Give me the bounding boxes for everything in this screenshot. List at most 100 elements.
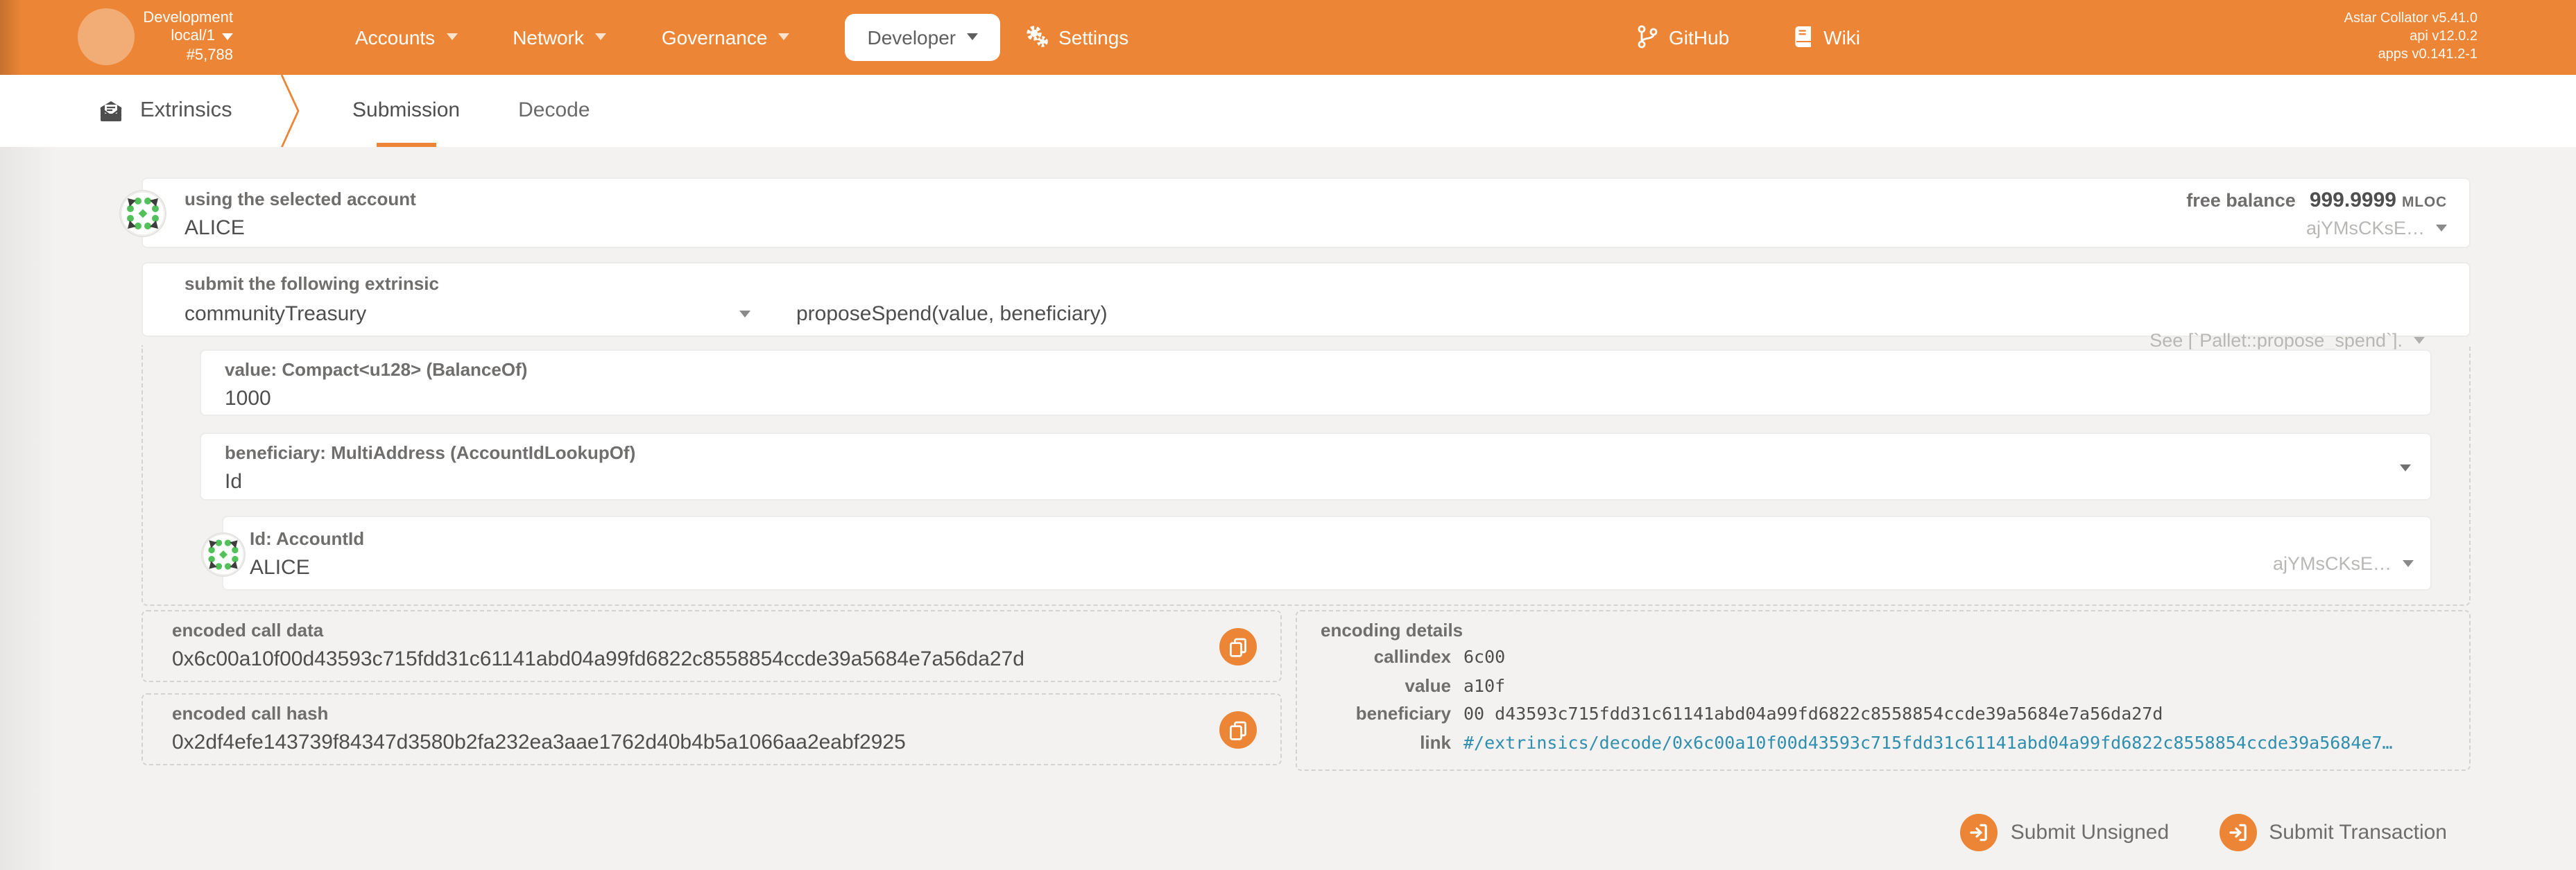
account-section: using the selected account ALICE free ba… bbox=[121, 177, 2471, 248]
param-value-input[interactable]: 1000 bbox=[225, 387, 2411, 410]
account-address-short: ajYMsCKsE… bbox=[2305, 218, 2425, 238]
account-name: ALICE bbox=[184, 216, 245, 240]
node-name: local/1 bbox=[171, 28, 215, 44]
git-branch-icon bbox=[1637, 26, 1658, 49]
page-head: Extrinsics bbox=[98, 74, 232, 147]
envelope-icon bbox=[98, 100, 123, 122]
chevron-down-icon bbox=[778, 33, 790, 41]
chain-name: Development bbox=[143, 9, 233, 26]
copy-icon bbox=[1229, 637, 1247, 656]
param-id-address-dropdown[interactable]: ajYMsCKsE… bbox=[2273, 553, 2414, 574]
external-links: GitHub Wiki bbox=[1637, 0, 1860, 74]
nav-governance[interactable]: Governance bbox=[662, 26, 790, 49]
main-content: using the selected account ALICE free ba… bbox=[0, 147, 2576, 870]
github-label: GitHub bbox=[1669, 26, 1730, 49]
submit-unsigned-label: Submit Unsigned bbox=[2010, 820, 2170, 844]
param-id-address-short: ajYMsCKsE… bbox=[2272, 553, 2392, 574]
nav-developer[interactable]: Developer bbox=[845, 13, 1001, 61]
param-beneficiary-label: beneficiary: MultiAddress (AccountIdLook… bbox=[225, 442, 636, 463]
wiki-link[interactable]: Wiki bbox=[1793, 26, 1860, 49]
free-balance-value: 999.9999 bbox=[2309, 189, 2396, 212]
nav-settings-label: Settings bbox=[1058, 26, 1129, 49]
tabs: Submission Decode bbox=[352, 74, 590, 147]
copy-call-data-button[interactable] bbox=[1219, 628, 1257, 665]
nav-network[interactable]: Network bbox=[513, 26, 606, 49]
chevron-down-icon bbox=[594, 33, 606, 41]
version-info: Astar Collator v5.41.0 api v12.0.2 apps … bbox=[2344, 9, 2478, 64]
param-account-id: Id: AccountId ALICE ajYMsCKsE… bbox=[203, 516, 2432, 591]
node-selector[interactable]: local/1 bbox=[171, 28, 233, 46]
pallet-select[interactable]: communityTreasury bbox=[184, 302, 750, 326]
submit-unsigned-button[interactable]: Submit Unsigned bbox=[1960, 813, 2170, 851]
account-label: using the selected account bbox=[184, 189, 416, 209]
encoding-details-block: encoding details callindex 6c00 value a1… bbox=[1296, 610, 2471, 771]
encoded-call-data-value: 0x6c00a10f00d43593c715fdd31c61141abd04a9… bbox=[172, 647, 1024, 671]
extrinsic-section: submit the following extrinsic community… bbox=[141, 262, 2471, 351]
param-value-label: value: Compact<u128> (BalanceOf) bbox=[225, 359, 528, 380]
chevron-down-icon bbox=[2403, 560, 2414, 567]
copy-icon bbox=[1229, 720, 1247, 740]
encoding-row-link: link #/extrinsics/decode/0x6c00a10f00d43… bbox=[1321, 731, 2469, 752]
param-id-label: Id: AccountId bbox=[250, 528, 365, 549]
nav-accounts[interactable]: Accounts bbox=[355, 26, 458, 49]
nav-developer-label: Developer bbox=[867, 26, 956, 49]
encoded-call-data-block: encoded call data 0x6c00a10f00d43593c715… bbox=[141, 610, 1282, 682]
action-buttons: Submit Unsigned Submit Transaction bbox=[1960, 804, 2447, 860]
method-select[interactable]: proposeSpend(value, beneficiary) bbox=[796, 302, 1108, 326]
encoding-row-value: a10f bbox=[1463, 675, 1506, 695]
sign-in-icon bbox=[1960, 813, 1998, 851]
balance-line: free balance 999.9999 MLOC bbox=[2186, 189, 2447, 214]
top-bar: Development local/1 #5,788 Accounts Netw… bbox=[0, 0, 2576, 74]
decode-link[interactable]: #/extrinsics/decode/0x6c00a10f00d43593c7… bbox=[1463, 732, 2393, 752]
param-beneficiary[interactable]: beneficiary: MultiAddress (AccountIdLook… bbox=[200, 433, 2432, 501]
encoded-call-data-label: encoded call data bbox=[172, 620, 324, 641]
api-version: api v12.0.2 bbox=[2410, 28, 2478, 44]
apps-version: apps v0.141.2-1 bbox=[2378, 47, 2478, 63]
pallet-name: communityTreasury bbox=[184, 302, 367, 326]
encoding-row-label: link bbox=[1420, 731, 1451, 752]
encoded-call-hash-label: encoded call hash bbox=[172, 703, 329, 724]
identicon-alice[interactable] bbox=[121, 191, 165, 236]
page-title: Extrinsics bbox=[140, 98, 232, 122]
copy-call-hash-button[interactable] bbox=[1219, 711, 1257, 749]
tab-submission-label: Submission bbox=[352, 98, 461, 123]
breadcrumb-chevron bbox=[280, 74, 302, 147]
nav-governance-label: Governance bbox=[661, 26, 768, 49]
account-address-dropdown[interactable]: ajYMsCKsE… bbox=[2306, 218, 2447, 238]
identicon-alice[interactable] bbox=[203, 534, 244, 575]
free-balance-unit: MLOC bbox=[2401, 194, 2447, 211]
chevron-down-icon bbox=[2436, 225, 2447, 232]
sign-in-icon bbox=[2219, 813, 2257, 851]
encoding-row-label: value bbox=[1405, 675, 1452, 695]
param-id-account[interactable]: ALICE bbox=[250, 556, 2411, 580]
chevron-down-icon bbox=[222, 33, 233, 41]
app-window: Development local/1 #5,788 Accounts Netw… bbox=[0, 0, 2576, 870]
extrinsic-label: submit the following extrinsic bbox=[184, 273, 439, 294]
node-version: Astar Collator v5.41.0 bbox=[2344, 10, 2478, 26]
main-nav: Accounts Network Governance Developer Se… bbox=[355, 0, 1128, 74]
chevron-down-icon bbox=[967, 33, 979, 41]
encoding-row-value: value a10f bbox=[1321, 675, 2469, 695]
account-balance-block: free balance 999.9999 MLOC ajYMsCKsE… bbox=[2186, 189, 2447, 238]
gears-icon bbox=[1025, 26, 1049, 49]
submit-transaction-button[interactable]: Submit Transaction bbox=[2219, 813, 2447, 851]
encoding-row-value: 00 d43593c715fdd31c61141abd04a99fd6822c8… bbox=[1463, 703, 2163, 724]
wiki-label: Wiki bbox=[1823, 26, 1861, 49]
tab-bar: Extrinsics Submission Decode bbox=[0, 74, 2576, 147]
chevron-down-icon bbox=[446, 33, 458, 41]
chain-info: Development local/1 #5,788 bbox=[117, 9, 233, 65]
param-beneficiary-value: Id bbox=[225, 470, 243, 494]
encoding-row-callindex: callindex 6c00 bbox=[1321, 647, 2469, 667]
encoding-row-beneficiary: beneficiary 00 d43593c715fdd31c61141abd0… bbox=[1321, 704, 2469, 724]
chevron-down-icon bbox=[2400, 464, 2411, 471]
tab-decode-label: Decode bbox=[518, 98, 590, 123]
encoded-call-hash-block: encoded call hash 0x2df4efe143739f84347d… bbox=[141, 693, 1282, 765]
nav-accounts-label: Accounts bbox=[355, 26, 436, 49]
encoding-details-title: encoding details bbox=[1321, 620, 1463, 641]
github-link[interactable]: GitHub bbox=[1637, 26, 1729, 49]
encoding-row-label: callindex bbox=[1373, 646, 1451, 667]
book-icon bbox=[1793, 26, 1812, 49]
nav-settings[interactable]: Settings bbox=[1025, 26, 1128, 49]
tab-decode[interactable]: Decode bbox=[518, 74, 590, 147]
tab-submission[interactable]: Submission bbox=[352, 74, 460, 147]
